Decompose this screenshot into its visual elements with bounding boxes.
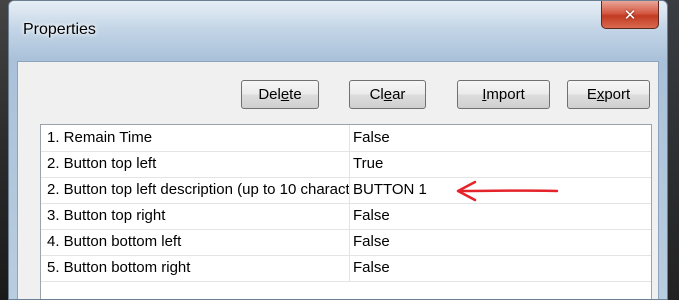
property-name: 2. Button top left — [47, 155, 157, 172]
column-divider — [349, 229, 350, 255]
close-icon: ✕ — [623, 5, 637, 24]
property-value[interactable]: True — [353, 155, 633, 172]
export-button[interactable]: Ex port — [567, 80, 650, 109]
property-value[interactable]: False — [353, 129, 633, 146]
dialog-title: Properties — [23, 21, 96, 38]
title-bar[interactable] — [9, 1, 667, 61]
column-divider — [349, 255, 350, 281]
properties-dialog: Properties ✕ Del e te Cl e ar Import Ex port … — [8, 0, 668, 300]
property-row[interactable]: 4. Button bottom left False — [41, 229, 651, 256]
property-row[interactable]: 3. Button top right False — [41, 203, 651, 230]
property-name: 1. Remain Time — [47, 129, 153, 146]
property-name: 5. Button bottom right — [47, 259, 191, 276]
column-divider — [349, 125, 350, 151]
property-row[interactable]: 2. Button top left True — [41, 151, 651, 178]
column-divider — [349, 151, 350, 177]
property-row[interactable]: 1. Remain Time False — [41, 125, 651, 152]
property-value[interactable]: False — [353, 259, 633, 276]
property-grid[interactable]: 1. Remain Time False 2. Button top left … — [40, 124, 652, 299]
property-name: 2. Button top left description (up to 10… — [47, 181, 349, 198]
property-value[interactable]: False — [353, 233, 633, 250]
red-arrow-icon — [456, 180, 559, 202]
property-row[interactable]: 5. Button bottom right False — [41, 255, 651, 282]
delete-button[interactable]: Del e te — [241, 80, 319, 109]
column-divider — [349, 177, 350, 203]
close-button[interactable]: ✕ — [601, 1, 659, 29]
clear-button[interactable]: Cl e ar — [349, 80, 426, 109]
import-button[interactable]: Import — [457, 80, 550, 109]
column-divider — [349, 203, 350, 229]
property-value[interactable]: False — [353, 207, 633, 224]
property-name: 3. Button top right — [47, 207, 166, 224]
property-name: 4. Button bottom left — [47, 233, 182, 250]
